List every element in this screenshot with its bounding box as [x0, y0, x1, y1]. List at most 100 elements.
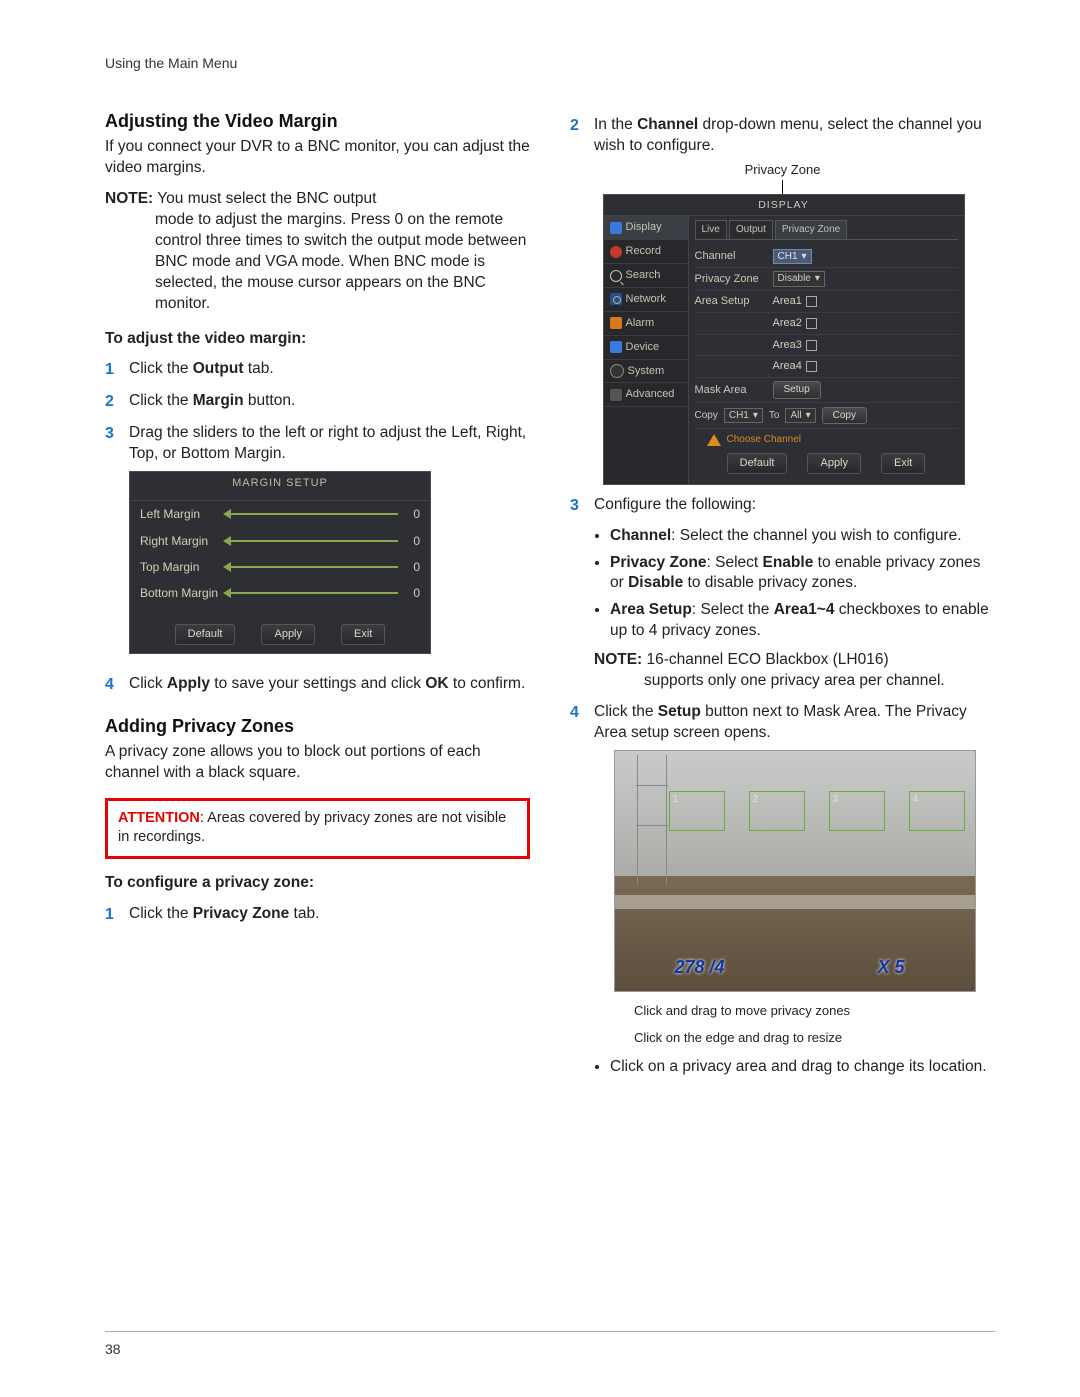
sidebar-item-record[interactable]: Record [604, 240, 688, 264]
note2-rest: supports only one privacy area per chann… [644, 671, 995, 692]
search-icon [610, 270, 622, 282]
area3-checkbox[interactable] [806, 340, 817, 351]
exit-button[interactable]: Exit [881, 453, 925, 474]
step-number: 2 [105, 391, 129, 413]
tab-output[interactable]: Output [729, 220, 773, 239]
warning-icon [707, 434, 721, 446]
label: Record [626, 244, 661, 259]
left-column: Adjusting the Video Margin If you connec… [105, 105, 530, 1078]
bold-output: Output [193, 360, 244, 377]
t: Drag the sliders to the left or right to… [129, 424, 526, 462]
sidebar-item-search[interactable]: Search [604, 264, 688, 288]
setup-button[interactable]: Setup [773, 381, 821, 399]
note-first-line: You must select the BNC output [153, 190, 376, 207]
area-setup-label: Area Setup [695, 294, 773, 309]
t: Click [129, 675, 167, 692]
bold-margin: Margin [193, 392, 244, 409]
record-icon [610, 246, 622, 258]
ground [615, 876, 975, 991]
b: Enable [763, 554, 814, 571]
page-header: Using the Main Menu [105, 54, 995, 73]
area2-row: Area2 [773, 316, 817, 331]
t: Area1 [773, 294, 802, 309]
t: Configure the following: [594, 496, 756, 513]
alarm-icon [610, 317, 622, 329]
margin-row-right: Right Margin 0 [130, 528, 430, 554]
step-text: Click the Privacy Zone tab. [129, 904, 530, 925]
default-button[interactable]: Default [175, 624, 236, 645]
step-number: 4 [570, 702, 594, 724]
tab-privacy-zone[interactable]: Privacy Zone [775, 220, 847, 239]
slider[interactable] [228, 540, 398, 542]
label: Network [626, 292, 666, 307]
page-number: 38 [105, 1341, 121, 1357]
bold-channel: Channel [637, 116, 698, 133]
drag-bullets: Click on a privacy area and drag to chan… [594, 1057, 995, 1078]
area4-checkbox[interactable] [806, 361, 817, 372]
copy-from-dropdown[interactable]: CH1▾ [724, 408, 763, 424]
t: In the [594, 116, 637, 133]
privacy-area-2[interactable]: 2 [749, 791, 805, 831]
sidebar-item-advanced[interactable]: Advanced [604, 383, 688, 407]
transmission-tower [637, 755, 667, 885]
default-button[interactable]: Default [727, 453, 788, 474]
label: Advanced [626, 387, 675, 402]
privacy-zone-screenshot-wrap: Privacy Zone DISPLAY Display Record Sear… [603, 161, 963, 485]
slider[interactable] [228, 566, 398, 568]
copy-button[interactable]: Copy [822, 407, 867, 425]
t: to save your settings and click [210, 675, 425, 692]
privacy-zone-dropdown[interactable]: Disable▾ [773, 271, 825, 287]
privacy-main: Live Output Privacy Zone Channel CH1▾ [689, 216, 964, 483]
copy-to-dropdown[interactable]: All▾ [785, 408, 815, 424]
privacy-area-3[interactable]: 3 [829, 791, 885, 831]
margin-buttons: Default Apply Exit [130, 624, 430, 645]
privacy-zone-caption: Privacy Zone [603, 161, 963, 179]
cam-caption-2: Click on the edge and drag to resize [634, 1029, 995, 1047]
t: : Select [707, 554, 763, 571]
privacy-area-4[interactable]: 4 [909, 791, 965, 831]
step-number: 3 [570, 495, 594, 517]
steps-privacy-left: 1 Click the Privacy Zone tab. [105, 904, 530, 926]
privacy-area-screenshot: 1 2 3 4 278 /4 X 5 [614, 750, 976, 992]
area2-checkbox[interactable] [806, 318, 817, 329]
attention-box: ATTENTION: Areas covered by privacy zone… [105, 798, 530, 859]
privacy-form: Channel CH1▾ Privacy Zone Disable▾ Area … [695, 246, 958, 480]
page: Using the Main Menu Adjusting the Video … [0, 0, 1080, 1397]
label: Display [626, 220, 662, 235]
step-text: Click Apply to save your settings and cl… [129, 674, 530, 695]
note-16ch: NOTE: 16-channel ECO Blackbox (LH016) su… [594, 650, 995, 692]
step-text: Click the Margin button. [129, 391, 530, 412]
sidebar-item-system[interactable]: System [604, 360, 688, 384]
tab-live[interactable]: Live [695, 220, 727, 239]
sidebar-item-network[interactable]: Network [604, 288, 688, 312]
slider[interactable] [228, 513, 398, 515]
note-body: mode to adjust the margins. Press 0 on t… [155, 210, 530, 315]
margin-setup-title: MARGIN SETUP [130, 472, 430, 502]
step-text: Configure the following: Channel: Select… [594, 495, 995, 692]
label: Alarm [626, 316, 655, 331]
privacy-area-1[interactable]: 1 [669, 791, 725, 831]
slider[interactable] [228, 592, 398, 594]
step-text: In the Channel drop-down menu, select th… [594, 115, 995, 157]
sidebar-item-device[interactable]: Device [604, 336, 688, 360]
bold-apply: Apply [167, 675, 210, 692]
step-number: 2 [570, 115, 594, 137]
note-label: NOTE: [594, 651, 642, 668]
t: button. [244, 392, 296, 409]
sidebar-item-alarm[interactable]: Alarm [604, 312, 688, 336]
apply-button[interactable]: Apply [807, 453, 861, 474]
privacy-buttons: Default Apply Exit [695, 449, 958, 480]
note2-first: 16-channel ECO Blackbox (LH016) [642, 651, 888, 668]
area1-checkbox[interactable] [806, 296, 817, 307]
area1-row: Area1 [773, 294, 817, 309]
apply-button[interactable]: Apply [261, 624, 315, 645]
channel-dropdown[interactable]: CH1▾ [773, 249, 812, 265]
margin-row-bottom: Bottom Margin 0 [130, 580, 430, 606]
cam-caption-1: Click and drag to move privacy zones [634, 1002, 995, 1020]
label: Top Margin [140, 559, 220, 575]
t: : Select the channel you wish to configu… [671, 527, 961, 544]
heading-adjust-video-margin: Adjusting the Video Margin [105, 109, 530, 133]
exit-button[interactable]: Exit [341, 624, 385, 645]
network-icon [610, 293, 622, 305]
sidebar-item-display[interactable]: Display [604, 216, 688, 240]
